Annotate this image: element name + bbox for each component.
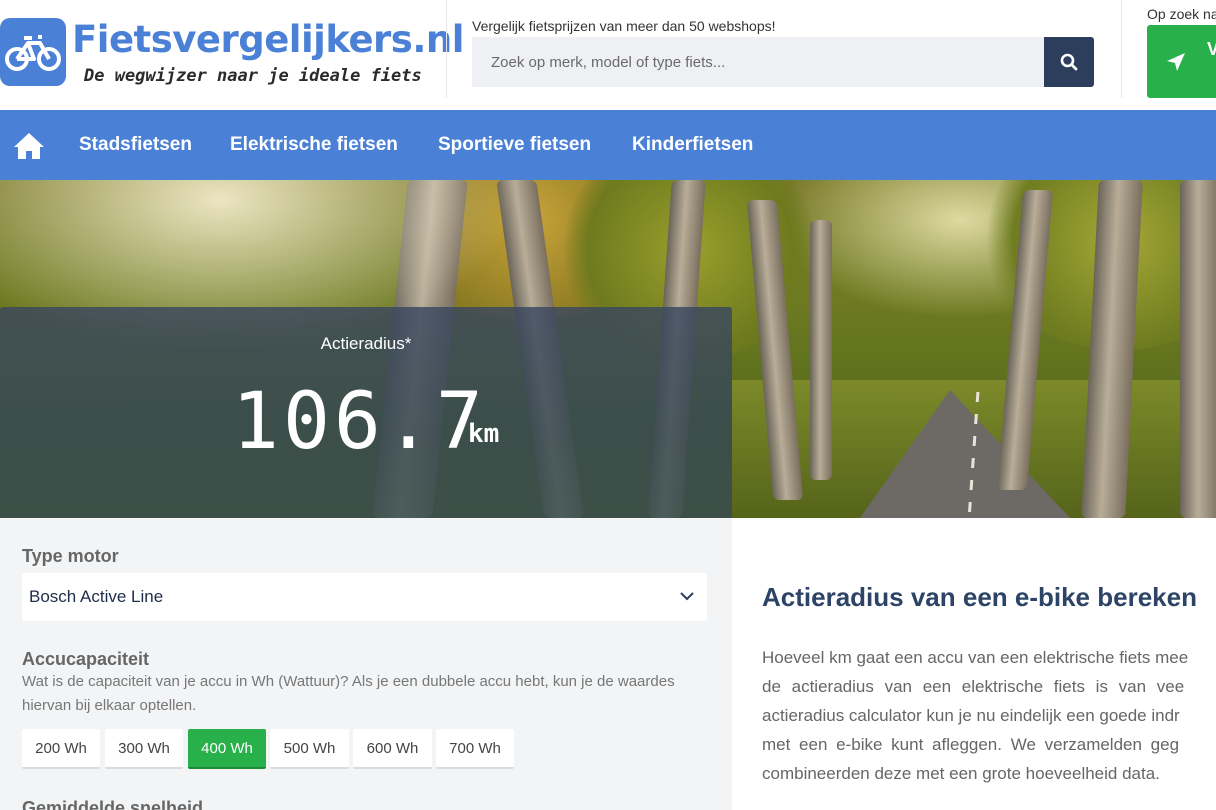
battery-option-300[interactable]: 300 Wh [105, 729, 183, 769]
site-header: Fietsvergelijkers.nl De wegwijzer naar j… [0, 0, 1216, 110]
main-nav: Stadsfietsen Elektrische fietsen Sportie… [0, 110, 1216, 180]
hero-banner: Actieradius* 106.7 km [0, 180, 1216, 518]
find-bike-button[interactable]: V [1147, 25, 1216, 98]
battery-capacity-label: Accucapaciteit [22, 649, 150, 669]
motor-type-selected: Bosch Active Line [29, 587, 164, 606]
home-icon[interactable] [12, 131, 46, 161]
range-label: Actieradius* [320, 334, 412, 353]
range-calculator-form: Type motor Bosch Active Line Accucapacit… [0, 518, 732, 810]
battery-capacity-help: Wat is de capaciteit van je accu in Wh (… [22, 673, 675, 714]
battery-option-600[interactable]: 600 Wh [353, 729, 432, 769]
article-text-line: met een e-bike kunt afleggen. We verzame… [762, 735, 1180, 754]
navigation-arrow-icon [1167, 53, 1185, 71]
article-section: Actieradius van een e-bike bereken Hoeve… [732, 518, 1216, 810]
range-result-panel: Actieradius* 106.7 km [0, 307, 732, 518]
article-text-line: actieradius calculator kun je nu eindeli… [762, 706, 1180, 725]
range-value: 106.7 [232, 377, 487, 467]
search-caption: Vergelijk fietsprijzen van meer dan 50 w… [472, 18, 776, 34]
chevron-down-icon [680, 592, 694, 601]
logo-title: Fietsvergelijkers.nl [72, 18, 464, 61]
find-button-label: V [1207, 39, 1216, 59]
header-divider [446, 0, 447, 98]
nav-item-kinderfietsen[interactable]: Kinderfietsen [632, 134, 753, 156]
bike-logo-icon [0, 18, 66, 86]
battery-option-200[interactable]: 200 Wh [22, 729, 100, 769]
find-caption: Op zoek na [1147, 6, 1216, 22]
site-logo[interactable]: Fietsvergelijkers.nl De wegwijzer naar j… [0, 16, 464, 96]
nav-item-elektrische-fietsen[interactable]: Elektrische fietsen [230, 134, 398, 156]
article-text-line: Hoeveel km gaat een accu van een elektri… [762, 648, 1189, 667]
search-icon [1060, 53, 1078, 71]
range-unit: km [468, 419, 500, 449]
article-text-line: combineerden deze met een grote hoeveelh… [762, 764, 1160, 783]
battery-option-500[interactable]: 500 Wh [270, 729, 349, 769]
battery-option-400[interactable]: 400 Wh [188, 729, 266, 769]
article-text-line: de actieradius van een elektrische fiets… [762, 677, 1185, 696]
nav-item-stadsfietsen[interactable]: Stadsfietsen [79, 134, 192, 156]
average-speed-label: Gemiddelde snelheid [22, 798, 204, 810]
logo-tagline: De wegwijzer naar je ideale fiets [84, 66, 422, 86]
motor-type-select[interactable]: Bosch Active Line [22, 573, 707, 621]
motor-type-label: Type motor [22, 546, 119, 566]
search-input[interactable] [472, 37, 1044, 87]
search-button[interactable] [1044, 37, 1094, 87]
battery-option-700[interactable]: 700 Wh [436, 729, 514, 769]
article-heading: Actieradius van een e-bike bereken [762, 582, 1197, 612]
header-divider [1121, 0, 1122, 98]
nav-item-sportieve-fietsen[interactable]: Sportieve fietsen [438, 134, 591, 156]
